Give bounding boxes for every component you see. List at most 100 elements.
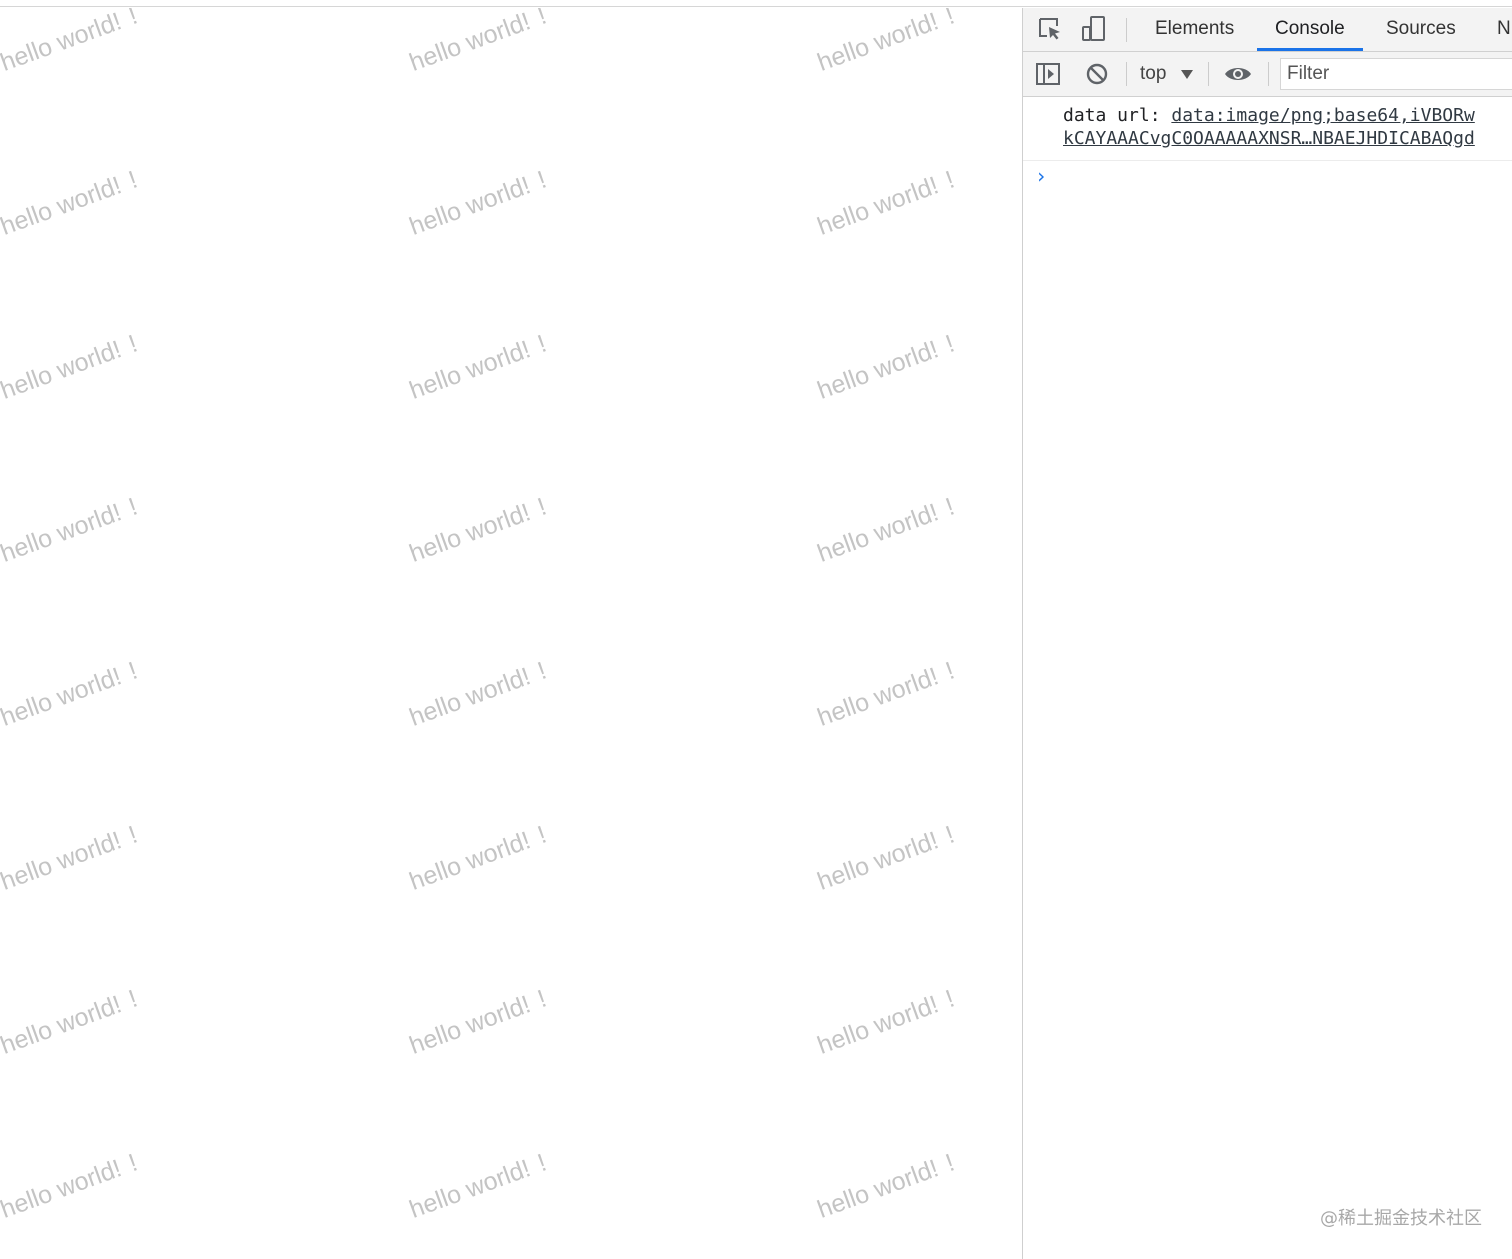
watermark-extra-mark: ! xyxy=(533,492,551,522)
watermark-extra-mark: ! xyxy=(941,165,959,195)
watermark-label: hello world! xyxy=(0,1153,126,1224)
data-url-link[interactable]: data:image/png;base64,iVBORw xyxy=(1171,105,1474,126)
context-selector[interactable]: top xyxy=(1140,60,1166,88)
watermark-text: hello world!! xyxy=(405,329,551,405)
watermark-label: hello world! xyxy=(0,990,126,1060)
watermark-text: hello world!! xyxy=(813,329,959,405)
watermark-text: hello world!! xyxy=(405,165,551,241)
site-credit: @稀土掘金技术社区 xyxy=(1320,1208,1482,1229)
watermark-text: hello world!! xyxy=(405,820,551,896)
console-message: data url: data:image/png;base64,iVBORw k… xyxy=(1063,104,1512,150)
watermark-extra-mark: ! xyxy=(124,492,142,522)
watermark-text: hello world!! xyxy=(813,8,959,77)
watermark-extra-mark: ! xyxy=(941,1148,959,1177)
watermark-label: hello world! xyxy=(0,8,126,77)
watermark-extra-mark: ! xyxy=(941,492,959,522)
watermark-extra-mark: ! xyxy=(124,1148,142,1177)
watermark-label: hello world! xyxy=(405,826,535,896)
watermark-extra-mark: ! xyxy=(941,656,959,686)
watermark-text: hello world!! xyxy=(405,8,551,77)
watermark-extra-mark: ! xyxy=(124,329,142,358)
watermark-extra-mark: ! xyxy=(533,820,551,850)
watermark-text: hello world!! xyxy=(405,492,551,569)
watermark-label: hello world! xyxy=(405,171,535,241)
screen: hello world!! hello world!! hello world!! h… xyxy=(0,0,1512,1259)
watermark-extra-mark: ! xyxy=(941,820,959,850)
watermark-extra-mark: ! xyxy=(124,8,142,31)
watermark-text: hello world!! xyxy=(0,329,142,405)
watermark-label: hello world! xyxy=(405,498,535,569)
watermark-extra-mark: ! xyxy=(124,820,142,850)
watermark-extra-mark: ! xyxy=(124,984,142,1014)
watermark-text: hello world!! xyxy=(405,1148,551,1224)
data-url-link-continued[interactable]: kCAYAAACvgC0OAAAAAXNSR…NBAEJHDICABAQgd xyxy=(1063,128,1475,149)
watermark-text: hello world!! xyxy=(405,656,551,733)
watermark-label: hello world! xyxy=(0,826,126,896)
watermark-label: hello world! xyxy=(0,498,126,569)
watermark-text: hello world!! xyxy=(0,820,142,896)
device-toolbar-icon[interactable] xyxy=(1081,16,1107,42)
page-viewport: hello world!! hello world!! hello world!! h… xyxy=(0,8,1022,1259)
eye-icon[interactable] xyxy=(1223,61,1253,87)
watermark-label: hello world! xyxy=(0,334,126,405)
watermark-text: hello world!! xyxy=(0,492,142,569)
watermark-text: hello world!! xyxy=(813,165,959,241)
tab-network[interactable]: N xyxy=(1479,8,1512,51)
watermark-label: hello world! xyxy=(405,8,535,77)
watermark-extra-mark: ! xyxy=(941,984,959,1014)
watermark-label: hello world! xyxy=(813,8,943,77)
console-message-label: data url: xyxy=(1063,105,1172,126)
watermark-label: hello world! xyxy=(405,1153,535,1224)
tab-elements[interactable]: Elements xyxy=(1137,8,1252,51)
devtools-tabbar: Elements Console Sources N xyxy=(1023,8,1512,52)
watermark-text: hello world!! xyxy=(0,165,142,241)
watermark-label: hello world! xyxy=(813,662,943,733)
console-divider xyxy=(1023,160,1512,161)
watermark-label: hello world! xyxy=(813,990,943,1060)
devtools-panel: Elements Console Sources N top Filter da… xyxy=(1022,8,1512,1259)
watermark-extra-mark: ! xyxy=(941,8,959,31)
watermark-label: hello world! xyxy=(405,990,535,1060)
watermark-text: hello world!! xyxy=(813,984,959,1060)
watermark-text: hello world!! xyxy=(0,1148,142,1224)
watermark-label: hello world! xyxy=(813,171,943,241)
console-toolbar: top xyxy=(1023,52,1512,97)
watermark-text: hello world!! xyxy=(813,1148,959,1224)
tabbar-divider xyxy=(1126,18,1127,42)
watermark-extra-mark: ! xyxy=(533,329,551,358)
tab-console[interactable]: Console xyxy=(1257,8,1363,51)
watermark-label: hello world! xyxy=(405,662,535,733)
watermark-label: hello world! xyxy=(0,171,126,241)
watermark-text: hello world!! xyxy=(405,984,551,1060)
watermark-text: hello world!! xyxy=(813,656,959,733)
watermark-label: hello world! xyxy=(405,334,535,405)
watermark-text: hello world!! xyxy=(0,656,142,733)
toolbar-divider xyxy=(1268,62,1269,86)
sidebar-toggle-icon[interactable] xyxy=(1035,61,1061,87)
watermark-extra-mark: ! xyxy=(124,656,142,686)
clear-console-icon[interactable] xyxy=(1084,61,1110,87)
watermark-extra-mark: ! xyxy=(533,165,551,195)
watermark-extra-mark: ! xyxy=(533,984,551,1014)
watermark-text: hello world!! xyxy=(0,984,142,1060)
watermark-text: hello world!! xyxy=(0,8,142,77)
toolbar-divider xyxy=(1208,62,1209,86)
watermark-extra-mark: ! xyxy=(941,329,959,358)
watermark-text: hello world!! xyxy=(813,820,959,896)
toolbar-divider xyxy=(1126,62,1127,86)
watermark-label: hello world! xyxy=(813,1153,943,1224)
chevron-down-icon[interactable] xyxy=(1181,70,1193,79)
window-top-border xyxy=(0,0,1512,7)
inspect-element-icon[interactable] xyxy=(1037,16,1063,42)
watermark-extra-mark: ! xyxy=(533,8,551,31)
watermark-extra-mark: ! xyxy=(124,165,142,195)
console-prompt[interactable]: › xyxy=(1035,164,1047,188)
watermark-extra-mark: ! xyxy=(533,656,551,686)
tab-sources[interactable]: Sources xyxy=(1368,8,1474,51)
watermark-label: hello world! xyxy=(813,334,943,405)
filter-input[interactable] xyxy=(1280,58,1512,90)
watermark-label: hello world! xyxy=(0,662,126,733)
watermark-label: hello world! xyxy=(813,826,943,896)
watermark-extra-mark: ! xyxy=(533,1148,551,1177)
watermark-label: hello world! xyxy=(813,498,943,569)
